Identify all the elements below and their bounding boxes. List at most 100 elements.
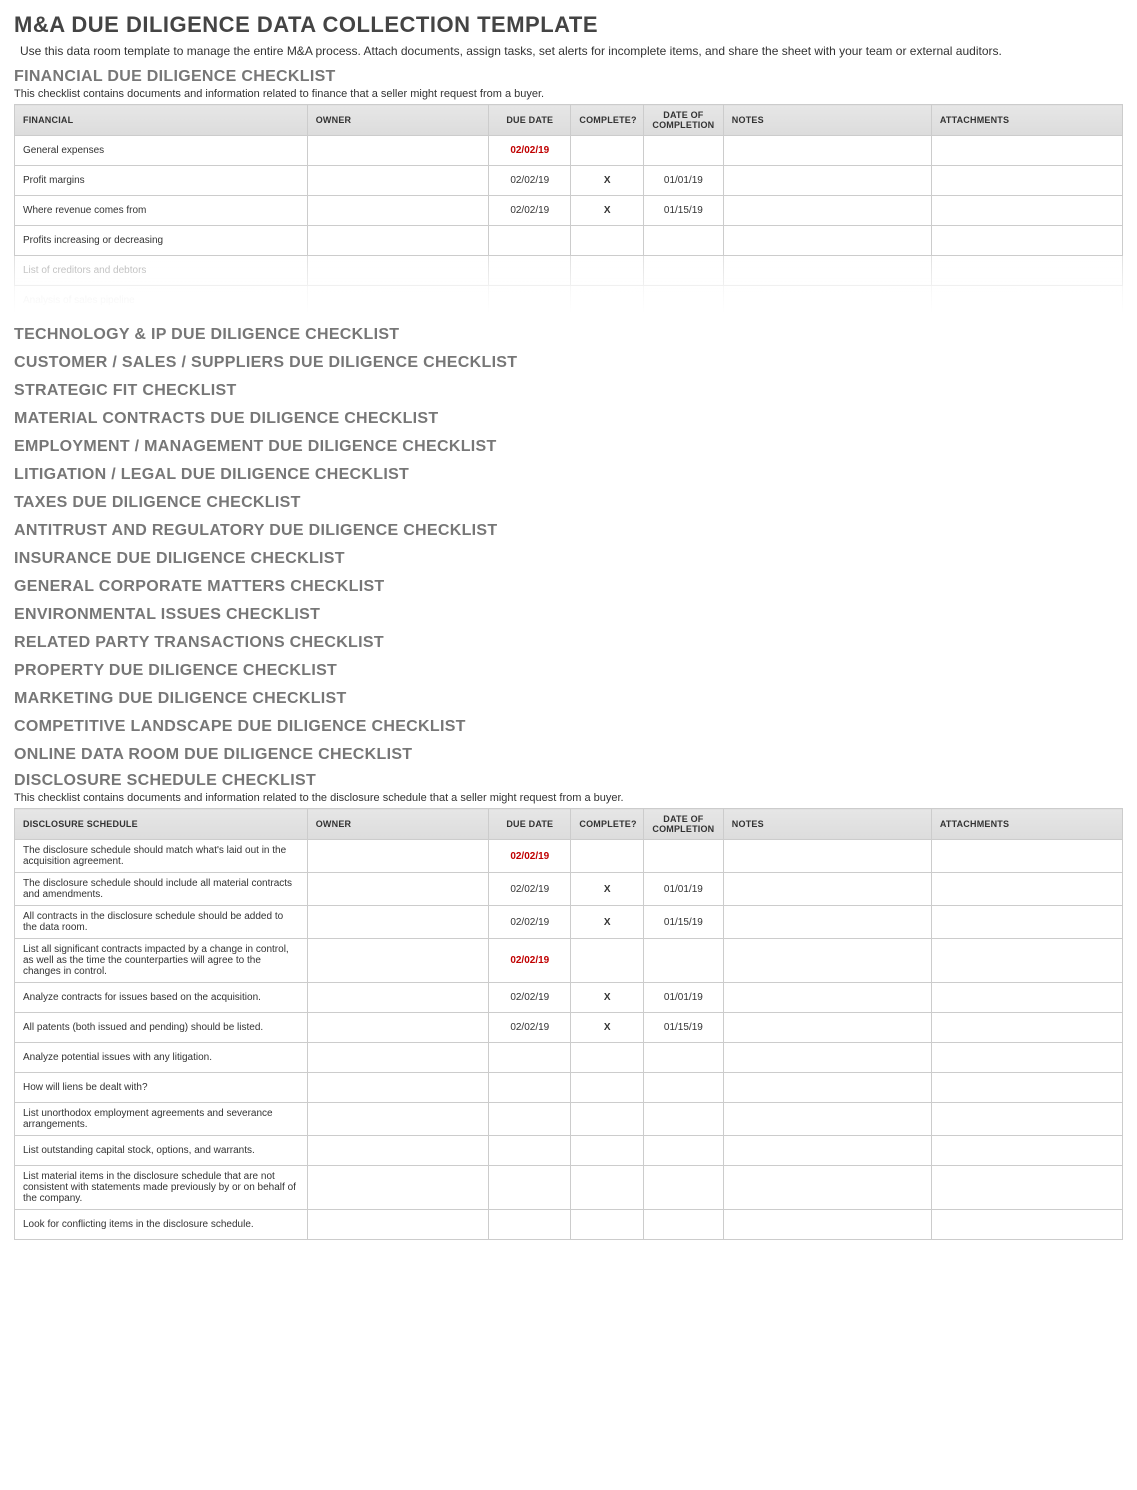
table-row[interactable]: List all significant contracts impacted … xyxy=(15,939,1123,983)
table-cell[interactable] xyxy=(723,136,931,166)
table-cell[interactable] xyxy=(489,256,571,286)
table-cell[interactable] xyxy=(307,873,488,906)
table-cell[interactable]: Analysis of sales pipeline xyxy=(15,286,308,316)
table-cell[interactable]: 01/01/19 xyxy=(643,873,723,906)
table-cell[interactable] xyxy=(931,196,1122,226)
table-cell[interactable] xyxy=(489,1210,571,1240)
table-cell[interactable] xyxy=(489,1073,571,1103)
table-cell[interactable]: List outstanding capital stock, options,… xyxy=(15,1136,308,1166)
table-cell[interactable]: Analyze potential issues with any litiga… xyxy=(15,1043,308,1073)
table-cell[interactable] xyxy=(723,906,931,939)
table-cell[interactable] xyxy=(643,1103,723,1136)
table-cell[interactable]: The disclosure schedule should include a… xyxy=(15,873,308,906)
table-cell[interactable]: X xyxy=(571,983,644,1013)
table-cell[interactable] xyxy=(307,1136,488,1166)
table-row[interactable]: General expenses 02/02/19 xyxy=(15,136,1123,166)
table-cell[interactable] xyxy=(931,906,1122,939)
table-cell[interactable] xyxy=(723,256,931,286)
table-cell[interactable] xyxy=(571,1103,644,1136)
table-cell[interactable] xyxy=(307,1073,488,1103)
table-row[interactable]: List unorthodox employment agreements an… xyxy=(15,1103,1123,1136)
table-cell[interactable] xyxy=(307,286,488,316)
table-cell[interactable] xyxy=(931,226,1122,256)
table-cell[interactable] xyxy=(307,166,488,196)
table-row[interactable]: Analyze contracts for issues based on th… xyxy=(15,983,1123,1013)
table-cell[interactable] xyxy=(931,939,1122,983)
table-cell[interactable] xyxy=(643,939,723,983)
table-cell[interactable]: How will liens be dealt with? xyxy=(15,1073,308,1103)
table-cell[interactable] xyxy=(723,939,931,983)
table-cell[interactable] xyxy=(571,939,644,983)
table-cell[interactable]: X xyxy=(571,1013,644,1043)
table-cell[interactable]: All contracts in the disclosure schedule… xyxy=(15,906,308,939)
table-cell[interactable] xyxy=(643,1166,723,1210)
table-cell[interactable] xyxy=(723,873,931,906)
table-cell[interactable] xyxy=(571,1136,644,1166)
table-row[interactable]: Profit margins02/02/19X01/01/19 xyxy=(15,166,1123,196)
table-cell[interactable] xyxy=(723,1043,931,1073)
table-cell[interactable]: X xyxy=(571,906,644,939)
table-cell[interactable] xyxy=(931,840,1122,873)
table-row[interactable]: Where revenue comes from02/02/19X01/15/1… xyxy=(15,196,1123,226)
table-row[interactable]: All contracts in the disclosure schedule… xyxy=(15,906,1123,939)
table-cell[interactable] xyxy=(723,286,931,316)
table-cell[interactable] xyxy=(643,1210,723,1240)
table-row[interactable]: Analyze potential issues with any litiga… xyxy=(15,1043,1123,1073)
table-cell[interactable] xyxy=(571,840,644,873)
table-cell[interactable] xyxy=(571,1210,644,1240)
table-row[interactable]: Profits increasing or decreasing xyxy=(15,226,1123,256)
table-cell[interactable] xyxy=(723,1210,931,1240)
table-cell[interactable] xyxy=(723,1103,931,1136)
table-cell[interactable] xyxy=(643,286,723,316)
table-cell[interactable] xyxy=(307,1013,488,1043)
table-cell[interactable] xyxy=(489,1166,571,1210)
table-cell[interactable]: 02/02/19 xyxy=(489,873,571,906)
table-cell[interactable] xyxy=(643,840,723,873)
table-cell[interactable] xyxy=(931,286,1122,316)
table-cell[interactable]: Where revenue comes from xyxy=(15,196,308,226)
table-cell[interactable] xyxy=(723,1136,931,1166)
table-cell[interactable]: 01/01/19 xyxy=(643,166,723,196)
table-cell[interactable]: 02/02/19 xyxy=(489,939,571,983)
table-cell[interactable]: The disclosure schedule should match wha… xyxy=(15,840,308,873)
table-cell[interactable]: 02/02/19 xyxy=(489,166,571,196)
table-cell[interactable]: 02/02/19 xyxy=(489,906,571,939)
table-cell[interactable] xyxy=(489,226,571,256)
table-cell[interactable] xyxy=(307,136,488,166)
table-cell[interactable]: 01/15/19 xyxy=(643,1013,723,1043)
table-cell[interactable]: Analyze contracts for issues based on th… xyxy=(15,983,308,1013)
table-cell[interactable] xyxy=(307,256,488,286)
table-cell[interactable] xyxy=(931,983,1122,1013)
table-cell[interactable] xyxy=(723,196,931,226)
table-cell[interactable] xyxy=(723,840,931,873)
table-cell[interactable] xyxy=(723,1166,931,1210)
table-cell[interactable] xyxy=(489,1043,571,1073)
table-cell[interactable] xyxy=(931,873,1122,906)
table-cell[interactable] xyxy=(931,256,1122,286)
table-cell[interactable]: List material items in the disclosure sc… xyxy=(15,1166,308,1210)
table-cell[interactable] xyxy=(723,1073,931,1103)
table-cell[interactable]: General expenses xyxy=(15,136,308,166)
table-cell[interactable] xyxy=(571,136,644,166)
table-cell[interactable] xyxy=(307,939,488,983)
table-cell[interactable] xyxy=(931,1103,1122,1136)
table-cell[interactable] xyxy=(307,196,488,226)
table-cell[interactable] xyxy=(489,1103,571,1136)
table-cell[interactable] xyxy=(931,136,1122,166)
table-cell[interactable]: X xyxy=(571,873,644,906)
table-cell[interactable] xyxy=(643,226,723,256)
table-cell[interactable] xyxy=(307,1043,488,1073)
table-cell[interactable] xyxy=(307,1210,488,1240)
table-cell[interactable] xyxy=(931,1043,1122,1073)
table-cell[interactable]: 02/02/19 xyxy=(489,136,571,166)
table-cell[interactable]: List unorthodox employment agreements an… xyxy=(15,1103,308,1136)
table-cell[interactable] xyxy=(489,1136,571,1166)
table-cell[interactable] xyxy=(489,286,571,316)
table-row[interactable]: List of creditors and debtors xyxy=(15,256,1123,286)
table-cell[interactable] xyxy=(723,226,931,256)
table-row[interactable]: The disclosure schedule should include a… xyxy=(15,873,1123,906)
table-cell[interactable] xyxy=(307,226,488,256)
table-row[interactable]: The disclosure schedule should match wha… xyxy=(15,840,1123,873)
table-cell[interactable] xyxy=(931,1136,1122,1166)
table-row[interactable]: List outstanding capital stock, options,… xyxy=(15,1136,1123,1166)
